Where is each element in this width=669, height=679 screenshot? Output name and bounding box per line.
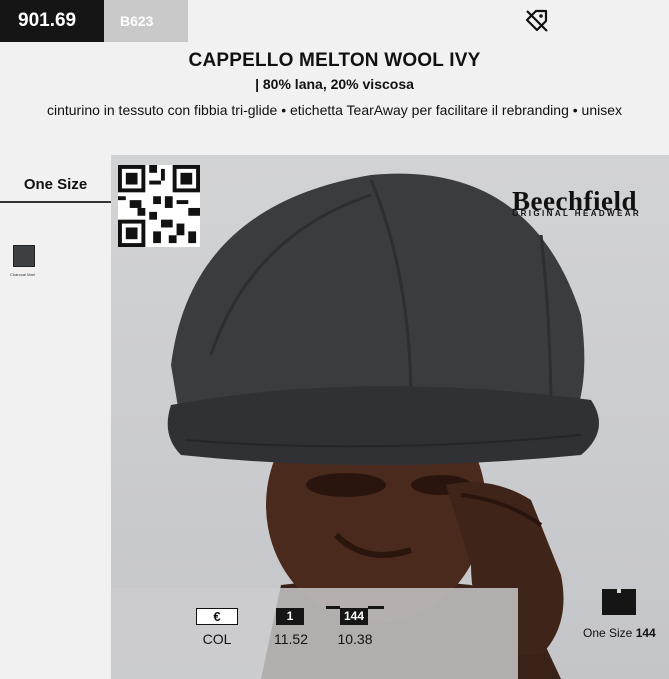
- tier-price: 10.38: [337, 631, 373, 647]
- pack-qty: 144: [635, 626, 656, 640]
- pack-size: One Size: [583, 626, 636, 640]
- tier-qty: 144: [340, 608, 368, 625]
- tier-dash-right: [368, 606, 384, 609]
- tier-price: 11.52: [274, 631, 308, 647]
- col-label: COL: [202, 631, 232, 647]
- product-code: 901.69: [0, 0, 104, 42]
- pack-info: One Size 144: [583, 626, 656, 640]
- carton-box-icon: [602, 589, 636, 615]
- color-swatch[interactable]: [13, 245, 35, 267]
- product-title: CAPPELLO MELTON WOOL IVY: [188, 50, 481, 71]
- product-reference: B623: [104, 0, 188, 42]
- size-sidebar: [0, 155, 111, 679]
- product-features: cinturino in tessuto con fibbia tri-glid…: [46, 102, 623, 118]
- qr-code[interactable]: [118, 165, 200, 247]
- tier-qty: 1: [276, 608, 304, 625]
- product-material: | 80% lana, 20% viscosa: [255, 76, 414, 92]
- size-divider: [0, 201, 111, 203]
- color-swatch-label: Charcoal Marl: [10, 272, 35, 277]
- size-label: One Size: [23, 176, 88, 193]
- price-tag-off-icon[interactable]: [524, 8, 550, 34]
- tier-dash-left: [326, 606, 340, 609]
- brand-tagline: ORIGINAL HEADWEAR: [512, 209, 642, 218]
- currency-label: €: [196, 608, 238, 625]
